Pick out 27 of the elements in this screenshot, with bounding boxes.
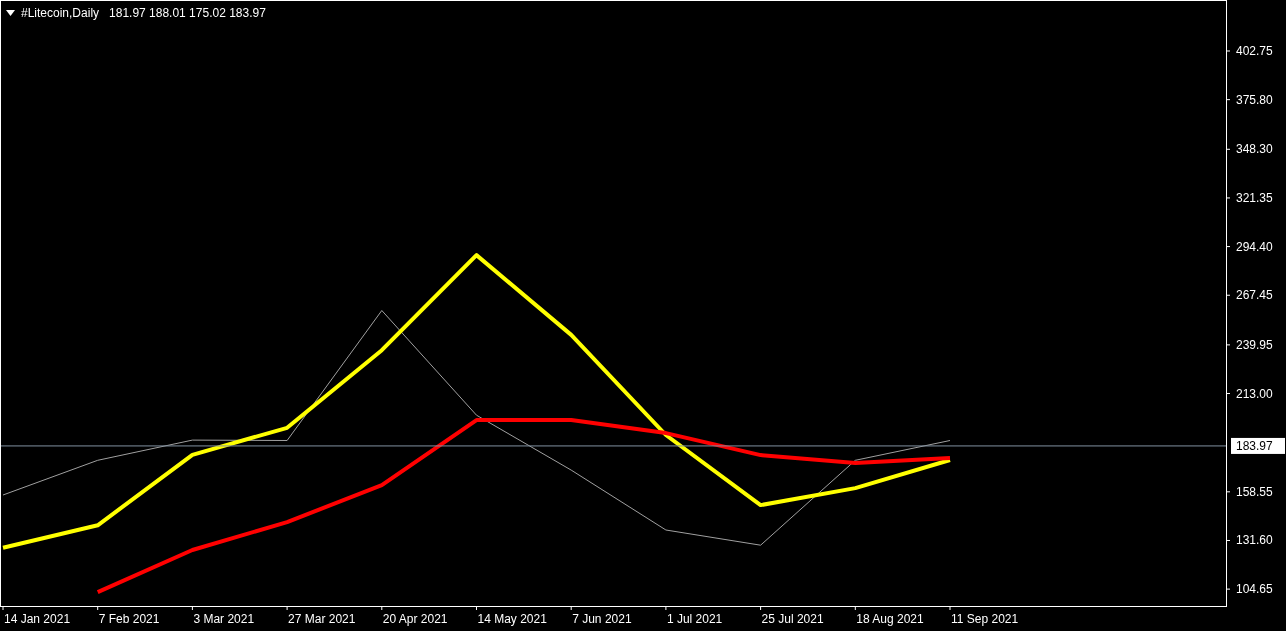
symbol-label: #Litecoin,Daily <box>21 5 100 22</box>
price-axis-label: 321.35 <box>1236 190 1273 205</box>
price-axis-label: 104.65 <box>1236 582 1273 597</box>
dropdown-triangle-icon[interactable] <box>6 10 15 16</box>
price-axis-label: 294.40 <box>1236 239 1273 254</box>
date-axis-label: 7 Jun 2021 <box>572 612 632 626</box>
date-axis-label: 7 Feb 2021 <box>98 612 160 626</box>
date-axis-label: 3 Mar 2021 <box>193 612 255 626</box>
price-axis-label: 131.60 <box>1236 533 1273 548</box>
date-axis-label: 14 May 2021 <box>477 612 547 626</box>
price-axis-label: 375.80 <box>1236 92 1273 107</box>
price-axis-label: 348.30 <box>1236 142 1273 157</box>
date-axis-label: 11 Sep 2021 <box>951 612 1019 626</box>
ref-line-label: 183.97 <box>1236 438 1274 453</box>
date-axis-label: 14 Jan 2021 <box>4 612 71 626</box>
price-axis-label: 267.45 <box>1236 288 1273 303</box>
ohlc-values: 181.97 188.01 175.02 183.97 <box>109 5 266 22</box>
price-axis-label: 158.55 <box>1236 484 1273 499</box>
price-axis-label: 239.95 <box>1236 337 1273 352</box>
price-axis-label: 213.00 <box>1236 386 1273 401</box>
date-axis-label: 18 Aug 2021 <box>856 612 924 626</box>
date-axis-label: 25 Jul 2021 <box>761 612 824 626</box>
price-axis-label: 402.75 <box>1236 44 1273 58</box>
date-axis-label: 1 Jul 2021 <box>666 612 723 626</box>
date-axis-label: 27 Mar 2021 <box>288 612 356 626</box>
current-price-label: 183.97 <box>1231 437 1285 454</box>
date-axis-label: 20 Apr 2021 <box>382 612 448 626</box>
